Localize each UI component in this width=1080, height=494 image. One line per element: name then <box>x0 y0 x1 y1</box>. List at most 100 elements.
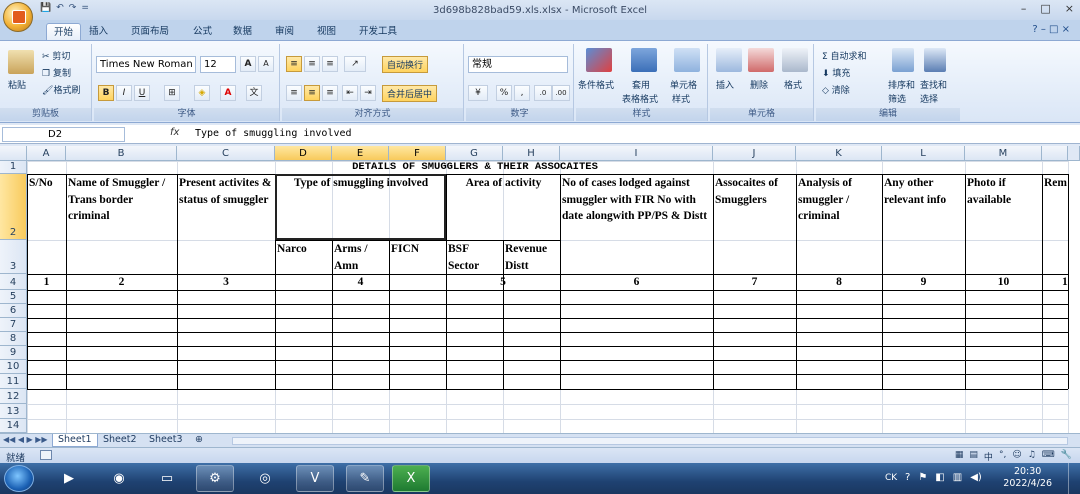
punctuation-icon[interactable]: °, <box>999 450 1006 463</box>
worksheet-grid[interactable]: A B C D E F G H I J K L M 1 2 3 4 5 6 7 … <box>0 146 1080 434</box>
col-header-n[interactable] <box>1042 146 1068 161</box>
office-button[interactable] <box>3 2 33 32</box>
header-photo[interactable]: Photo if available <box>967 175 1041 208</box>
explorer-icon[interactable]: ▭ <box>148 465 186 492</box>
num-3[interactable]: 3 <box>177 274 275 291</box>
decrease-indent-icon[interactable]: ⇤ <box>342 85 358 101</box>
sort-filter-button[interactable]: 排序和 <box>888 78 915 91</box>
autosum-button[interactable]: Σ 自动求和 <box>822 49 867 62</box>
network-icon[interactable]: ▥ <box>953 472 962 483</box>
increase-decimal-button[interactable]: .0 <box>534 85 552 101</box>
tab-review[interactable]: 审阅 <box>268 23 301 40</box>
maximize-button[interactable]: □ <box>1040 2 1050 15</box>
help-icon[interactable]: ? – □ × <box>1032 24 1070 35</box>
orientation-icon[interactable]: ↗ <box>344 56 366 72</box>
format-cells-button[interactable]: 格式 <box>784 78 802 91</box>
align-top-icon[interactable]: ≡ <box>286 56 302 72</box>
format-table-icon[interactable] <box>631 48 657 72</box>
row-header-12[interactable]: 12 <box>0 389 27 404</box>
formula-input[interactable]: Type of smuggling involved <box>195 128 352 139</box>
row-header-8[interactable]: 8 <box>0 332 27 346</box>
col-header-f[interactable]: F <box>389 146 446 161</box>
fill-button[interactable]: ⬇ 填充 <box>822 66 850 79</box>
tab-data[interactable]: 数据 <box>226 23 259 40</box>
delete-cells-button[interactable]: 删除 <box>750 78 768 91</box>
row-header-3[interactable]: 3 <box>0 240 27 274</box>
col-header-d[interactable]: D <box>275 146 332 161</box>
security-icon[interactable]: ◧ <box>935 472 944 483</box>
row-header-13[interactable]: 13 <box>0 404 27 419</box>
minimize-button[interactable]: – <box>1021 2 1027 15</box>
normal-view-icon[interactable]: ▦ <box>955 450 964 463</box>
copy-button[interactable]: ❐ 复制 <box>42 66 71 79</box>
percent-button[interactable]: % <box>496 85 512 101</box>
sort-filter-icon[interactable] <box>892 48 914 72</box>
row-header-5[interactable]: 5 <box>0 290 27 304</box>
align-middle-icon[interactable]: ≡ <box>304 56 320 72</box>
num-1[interactable]: 1 <box>27 274 66 291</box>
subheader-narco[interactable]: Narco <box>277 241 331 258</box>
help-tray-icon[interactable]: ? <box>905 472 910 483</box>
find-select-icon[interactable] <box>924 48 946 72</box>
header-other-info[interactable]: Any other relevant info <box>884 175 964 208</box>
col-header-m[interactable]: M <box>965 146 1042 161</box>
row-header-6[interactable]: 6 <box>0 304 27 318</box>
comma-button[interactable]: , <box>514 85 530 101</box>
sheet-tab-2[interactable]: Sheet2 <box>98 434 142 447</box>
increase-indent-icon[interactable]: ⇥ <box>360 85 376 101</box>
row-header-14[interactable]: 14 <box>0 419 27 433</box>
num-7[interactable]: 7 <box>713 274 796 291</box>
font-name-select[interactable]: Times New Roman <box>96 56 196 73</box>
network-app-icon[interactable]: ◎ <box>246 465 284 492</box>
num-5[interactable]: 5 <box>446 274 560 291</box>
insert-cells-icon[interactable] <box>716 48 742 72</box>
phonetic-button[interactable]: 文 <box>246 85 262 101</box>
emoji-icon[interactable]: ☺ <box>1012 450 1021 463</box>
sheet-title[interactable]: DETAILS OF SMUGGLERS & THEIR ASSOCAITES <box>275 161 675 174</box>
bold-button[interactable]: B <box>98 85 114 101</box>
chrome-icon[interactable]: ◉ <box>100 465 138 492</box>
paste-button[interactable]: 粘贴 <box>8 78 26 91</box>
tab-view[interactable]: 视图 <box>310 23 343 40</box>
header-area-of-activity[interactable]: Area of activity <box>447 175 560 192</box>
video-app-icon[interactable]: V <box>296 465 334 492</box>
align-bottom-icon[interactable]: ≡ <box>322 56 338 72</box>
row-header-11[interactable]: 11 <box>0 374 27 389</box>
media-player-icon[interactable]: ▶ <box>50 465 88 492</box>
mic-icon[interactable]: ♫ <box>1028 450 1036 463</box>
row-header-4[interactable]: 4 <box>0 274 27 290</box>
insert-function-button[interactable]: fx <box>170 127 179 138</box>
row-header-1[interactable]: 1 <box>0 161 27 174</box>
align-center-icon[interactable]: ≡ <box>304 85 320 101</box>
flag-icon[interactable]: ⚑ <box>918 472 927 483</box>
notes-app-icon[interactable]: ✎ <box>346 465 384 492</box>
tab-insert[interactable]: 插入 <box>82 23 115 40</box>
row-header-10[interactable]: 10 <box>0 360 27 374</box>
grow-font-button[interactable]: A <box>240 56 256 72</box>
macro-record-icon[interactable] <box>40 450 52 460</box>
horizontal-scrollbar[interactable] <box>232 437 1068 445</box>
header-analysis[interactable]: Analysis of smuggler / criminal <box>798 175 881 225</box>
tools-icon[interactable]: 🔧 <box>1061 450 1072 463</box>
format-cells-icon[interactable] <box>782 48 808 72</box>
currency-button[interactable]: ¥ <box>468 85 488 101</box>
paste-icon[interactable] <box>8 50 34 74</box>
subheader-ficn[interactable]: FICN <box>391 241 445 258</box>
delete-cells-icon[interactable] <box>748 48 774 72</box>
settings-app-icon[interactable]: ⚙ <box>196 465 234 492</box>
subheader-revenue-distt[interactable]: Revenue Distt <box>505 241 559 274</box>
subheader-arms[interactable]: Arms / Amn <box>334 241 388 274</box>
col-header-l[interactable]: L <box>882 146 965 161</box>
align-left-icon[interactable]: ≡ <box>286 85 302 101</box>
italic-button[interactable]: I <box>116 85 132 101</box>
select-all-corner[interactable] <box>0 146 27 161</box>
start-button[interactable] <box>4 465 34 492</box>
header-cases-lodged[interactable]: No of cases lodged against smuggler with… <box>562 175 712 225</box>
decrease-decimal-button[interactable]: .00 <box>552 85 570 101</box>
sheet-nav-arrows[interactable]: ◀◀ ◀ ▶ ▶▶ <box>3 435 48 444</box>
sheet-tab-1[interactable]: Sheet1 <box>52 434 98 447</box>
font-size-select[interactable]: 12 <box>200 56 236 73</box>
conditional-format-button[interactable]: 条件格式 <box>578 78 614 91</box>
header-remarks[interactable]: Rem <box>1044 175 1068 192</box>
col-header-g[interactable]: G <box>446 146 503 161</box>
